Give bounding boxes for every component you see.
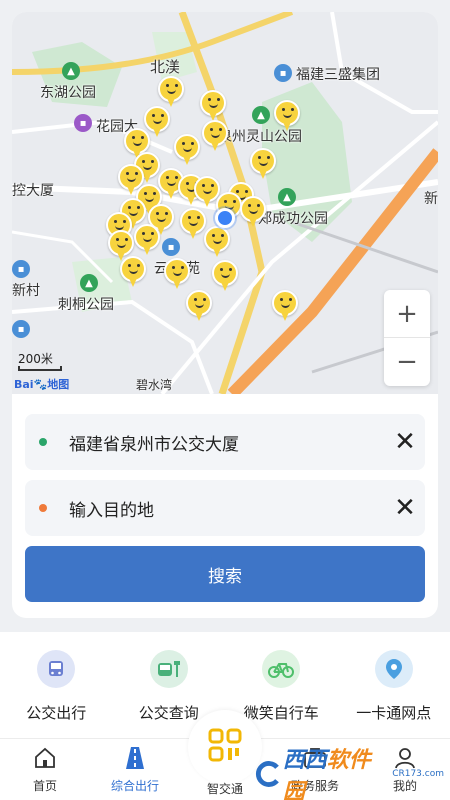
baidu-logo-text: Bai	[14, 378, 34, 391]
bike-marker[interactable]	[186, 290, 212, 324]
home-icon	[32, 745, 58, 771]
map-card: 北渼 ▪ 福建三盛集团 ▲ 东湖公园 ▪ 花园大 ▲ 泉州灵山公园 控大厦 ▲ …	[12, 12, 438, 618]
map-label-citong: 刺桐公园	[58, 297, 114, 313]
map-label-beijiang: 北渼	[150, 58, 181, 76]
map-label-kong: 控大厦	[12, 183, 54, 199]
bike-marker[interactable]	[202, 120, 228, 154]
qr-grid-icon	[207, 727, 243, 767]
clear-origin-button[interactable]: ✕	[385, 422, 425, 462]
bike-marker[interactable]	[240, 196, 266, 230]
origin-input[interactable]: 福建省泉州市公交大厦	[69, 430, 385, 455]
bus-icon	[37, 650, 76, 688]
park-icon: ▲	[80, 274, 98, 292]
bike-marker[interactable]	[158, 76, 184, 110]
origin-field[interactable]: 福建省泉州市公交大厦 ✕	[25, 414, 425, 470]
service-label: 公交查询	[138, 704, 199, 722]
hotel-icon: ▪	[74, 114, 92, 132]
map-view[interactable]: 北渼 ▪ 福建三盛集团 ▲ 东湖公园 ▪ 花园大 ▲ 泉州灵山公园 控大厦 ▲ …	[12, 12, 438, 394]
smart-transport-button[interactable]	[188, 710, 262, 784]
smart-transport-label: 智交通	[206, 782, 243, 796]
service-label: 公交出行	[26, 704, 87, 722]
bike-marker[interactable]	[164, 258, 190, 292]
app-screen: 北渼 ▪ 福建三盛集团 ▲ 东湖公园 ▪ 花园大 ▲ 泉州灵山公园 控大厦 ▲ …	[0, 0, 450, 800]
service-card-outlets[interactable]: 一卡通网点	[339, 650, 449, 738]
bike-marker[interactable]	[200, 90, 226, 124]
map-label-xin: 新	[424, 191, 438, 207]
bicycle-icon	[262, 650, 301, 688]
watermark-c-icon	[255, 761, 279, 787]
zoom-control: + −	[384, 290, 430, 386]
park-icon: ▲	[62, 62, 80, 80]
current-location-dot	[215, 208, 235, 228]
bike-marker[interactable]	[250, 148, 276, 182]
map-label-chenggong: 郑成功公园	[258, 211, 328, 227]
map-label-sansheng: 福建三盛集团	[296, 67, 380, 83]
building-icon: ▪	[162, 238, 180, 256]
origin-dot-icon	[39, 438, 47, 446]
bike-marker[interactable]	[204, 226, 230, 260]
baidu-logo: Bai🐾地图	[14, 378, 70, 391]
service-label: 一卡通网点	[356, 704, 432, 722]
nav-transport[interactable]: 综合出行	[90, 739, 180, 800]
baidu-logo-suffix: 地图	[47, 378, 70, 391]
close-icon: ✕	[394, 493, 416, 523]
map-label-xincun: 新村	[12, 283, 40, 299]
location-pin-icon	[374, 650, 413, 688]
watermark-logo: 西西软件园 CR173.com	[254, 748, 444, 800]
bike-marker[interactable]	[272, 290, 298, 324]
building-icon: ▪	[274, 64, 292, 82]
watermark-brand: 西西软件园	[283, 742, 388, 800]
building-icon: ▪	[12, 320, 30, 338]
destination-field[interactable]: 输入目的地 ✕	[25, 480, 425, 536]
service-bus-travel[interactable]: 公交出行	[1, 650, 111, 738]
destination-input[interactable]: 输入目的地	[69, 496, 385, 521]
watermark-brand-a: 西西	[282, 748, 327, 773]
bus-stop-icon	[149, 650, 188, 688]
map-scale-bar	[18, 366, 62, 371]
nav-label: 首页	[32, 779, 57, 793]
bike-marker[interactable]	[180, 208, 206, 242]
close-icon: ✕	[394, 427, 416, 457]
building-icon: ▪	[12, 260, 30, 278]
nav-home[interactable]: 首页	[0, 739, 90, 800]
road-icon	[122, 745, 148, 771]
map-label-bishui: 碧水湾	[136, 378, 173, 392]
zoom-in-button[interactable]: +	[384, 290, 430, 338]
bike-marker[interactable]	[134, 224, 160, 258]
nav-label: 综合出行	[110, 779, 159, 793]
map-scale-label: 200米	[18, 352, 53, 366]
bike-marker[interactable]	[212, 260, 238, 294]
clear-destination-button[interactable]: ✕	[385, 488, 425, 528]
destination-dot-icon	[39, 504, 47, 512]
park-icon: ▲	[252, 106, 270, 124]
park-icon: ▲	[278, 188, 296, 206]
bike-marker[interactable]	[274, 100, 300, 134]
service-label: 微笑自行车	[243, 704, 319, 722]
search-button[interactable]: 搜索	[25, 546, 425, 602]
zoom-out-button[interactable]: −	[384, 338, 430, 386]
map-label-donghu: 东湖公园	[40, 85, 96, 101]
bike-marker[interactable]	[120, 256, 146, 290]
bike-marker[interactable]	[174, 134, 200, 168]
watermark-sub: CR173.com	[392, 769, 444, 779]
